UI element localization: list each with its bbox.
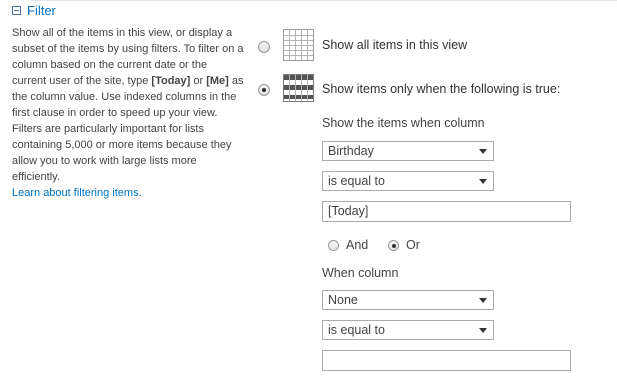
me-token: [Me] (206, 75, 229, 87)
or-radio[interactable] (388, 240, 399, 251)
show-all-label[interactable]: Show all items in this view (322, 38, 467, 52)
and-label[interactable]: And (346, 238, 368, 252)
collapse-icon[interactable] (12, 5, 21, 15)
clause2-operator-value: is equal to (328, 323, 385, 337)
clause2-label: When column (322, 266, 399, 280)
description-text-3: as the column value. Use indexed columns… (12, 75, 244, 183)
clause1-value-input[interactable]: [Today] (322, 201, 571, 222)
table-grid-icon (283, 29, 314, 61)
filtered-table-icon (283, 74, 314, 102)
clause2-value-input[interactable] (322, 350, 571, 371)
section-divider (32, 0, 617, 1)
chevron-down-icon (479, 179, 487, 184)
today-token: [Today] (151, 75, 191, 87)
learn-filtering-link[interactable]: Learn about filtering items. (12, 187, 142, 199)
and-radio[interactable] (328, 240, 339, 251)
chevron-down-icon (479, 328, 487, 333)
chevron-down-icon (479, 149, 487, 154)
description-text-2: or (190, 75, 207, 87)
or-label[interactable]: Or (406, 238, 420, 252)
clause2-column-select[interactable]: None (322, 290, 494, 310)
show-filtered-label[interactable]: Show items only when the following is tr… (322, 82, 560, 96)
chevron-down-icon (479, 298, 487, 303)
clause1-column-select[interactable]: Birthday (322, 141, 494, 161)
show-all-radio[interactable] (258, 41, 270, 53)
section-title: Filter (27, 2, 56, 18)
clause1-operator-value: is equal to (328, 174, 385, 188)
filter-section-header[interactable]: Filter (12, 2, 56, 18)
show-filtered-radio[interactable] (258, 84, 270, 96)
clause1-label: Show the items when column (322, 116, 485, 130)
clause1-column-value: Birthday (328, 144, 374, 158)
clause1-operator-select[interactable]: is equal to (322, 171, 494, 191)
filter-description: Show all of the items in this view, or d… (12, 25, 244, 201)
clause2-operator-select[interactable]: is equal to (322, 320, 494, 340)
clause2-column-value: None (328, 293, 358, 307)
